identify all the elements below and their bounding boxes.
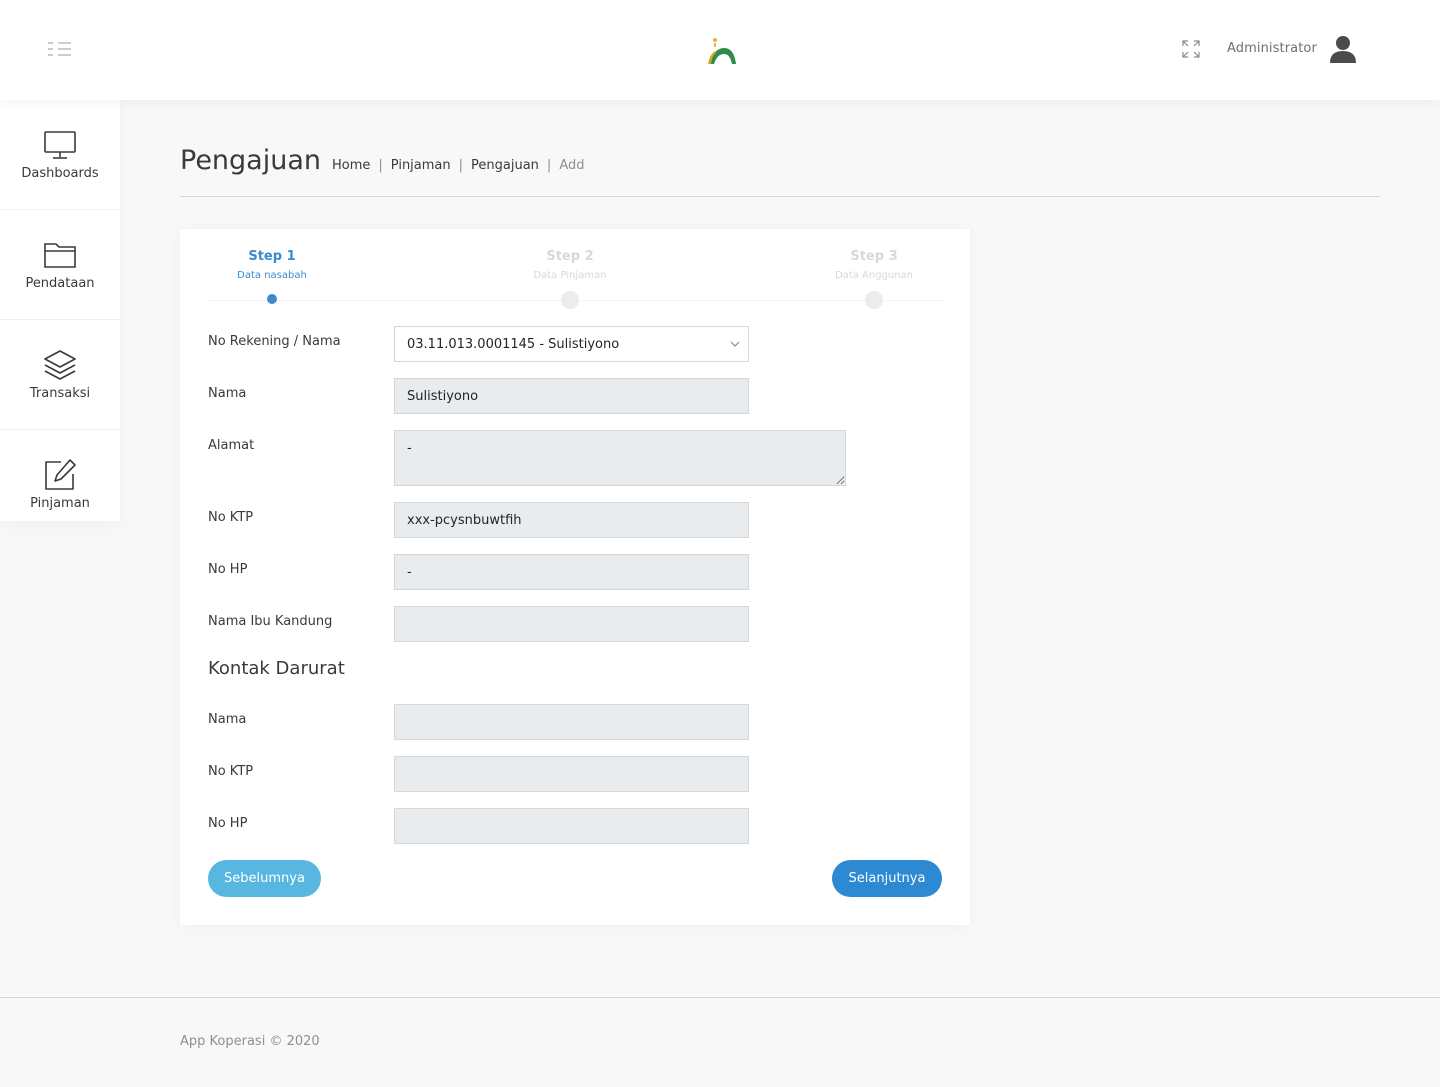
sidebar-item-label: Pendataan [25, 276, 95, 291]
previous-button[interactable]: Sebelumnya [208, 860, 321, 897]
nama-label: Nama [208, 386, 247, 401]
breadcrumb-add: Add [559, 158, 585, 173]
breadcrumb-separator: | [378, 158, 383, 173]
step-subtitle: Data nasabah [237, 270, 307, 281]
ktp-field[interactable] [394, 502, 749, 538]
menu-toggle-icon[interactable] [48, 42, 72, 56]
breadcrumb-pinjaman[interactable]: Pinjaman [391, 158, 451, 173]
step-dot [561, 291, 579, 309]
layers-icon [44, 350, 76, 380]
next-button[interactable]: Selanjutnya [832, 860, 942, 897]
sidebar-item-label: Transaksi [29, 386, 91, 401]
sidebar-item-pendataan[interactable]: Pendataan [0, 210, 120, 320]
footer-copyright: App Koperasi © 2020 [180, 1034, 320, 1049]
sidebar-item-pinjaman[interactable]: Pinjaman [0, 430, 120, 521]
username-label[interactable]: Administrator [1227, 41, 1317, 56]
hp-field[interactable] [394, 554, 749, 590]
step-subtitle: Data Anggunan [834, 270, 914, 281]
breadcrumb-pengajuan[interactable]: Pengajuan [471, 158, 539, 173]
emergency-ktp-field[interactable] [394, 756, 749, 792]
sidebar-item-transaksi[interactable]: Transaksi [0, 320, 120, 430]
page-title: Pengajuan [180, 145, 321, 176]
step-subtitle: Data Pinjaman [533, 270, 607, 281]
wizard-step-2[interactable]: Step 2 Data Pinjaman [490, 249, 650, 309]
ktp-label: No KTP [208, 510, 254, 525]
top-navbar: Administrator [0, 0, 1440, 100]
wizard-step-3[interactable]: Step 3 Data Anggunan [794, 249, 954, 309]
fullscreen-icon[interactable] [1182, 40, 1200, 58]
section-title-emergency: Kontak Darurat [208, 658, 345, 679]
emergency-hp-label: No HP [208, 816, 248, 831]
sidebar-item-dashboards[interactable]: Dashboards [0, 100, 120, 210]
breadcrumb-separator: | [458, 158, 464, 173]
sidebar-item-label: Dashboards [21, 166, 99, 181]
step-title: Step 3 [850, 249, 898, 264]
folder-icon [44, 243, 76, 268]
sidebar: Dashboards Pendataan Transaksi Pinjaman [0, 100, 120, 521]
monitor-icon [44, 131, 76, 159]
footer-divider [0, 997, 1440, 998]
form-card: Step 1 Data nasabah Step 2 Data Pinjaman… [180, 229, 970, 925]
nama-field[interactable] [394, 378, 749, 414]
hp-label: No HP [208, 562, 248, 577]
step-dot [865, 291, 883, 309]
step-dot [267, 294, 277, 304]
rekening-select[interactable]: 03.11.013.0001145 - Sulistiyono [394, 326, 749, 362]
emergency-hp-field[interactable] [394, 808, 749, 844]
step-title: Step 1 [248, 249, 296, 264]
app-logo-icon[interactable] [704, 34, 738, 68]
step-wizard: Step 1 Data nasabah Step 2 Data Pinjaman… [208, 229, 942, 319]
user-avatar-icon[interactable] [1328, 34, 1358, 64]
emergency-nama-label: Nama [208, 712, 247, 727]
breadcrumb-separator: | [546, 158, 552, 173]
edit-icon [45, 459, 76, 490]
step-title: Step 2 [546, 249, 594, 264]
ibu-field[interactable] [394, 606, 749, 642]
ibu-label: Nama Ibu Kandung [208, 614, 333, 629]
alamat-label: Alamat [208, 438, 255, 453]
breadcrumb: Home | Pinjaman | Pengajuan | Add [332, 158, 584, 173]
header-divider [180, 196, 1380, 197]
rekening-label: No Rekening / Nama [208, 334, 341, 349]
breadcrumb-home[interactable]: Home [332, 158, 370, 173]
sidebar-item-label: Pinjaman [30, 496, 90, 511]
alamat-field[interactable]: - [394, 430, 846, 486]
wizard-step-1[interactable]: Step 1 Data nasabah [192, 249, 352, 304]
emergency-ktp-label: No KTP [208, 764, 254, 779]
emergency-nama-field[interactable] [394, 704, 749, 740]
